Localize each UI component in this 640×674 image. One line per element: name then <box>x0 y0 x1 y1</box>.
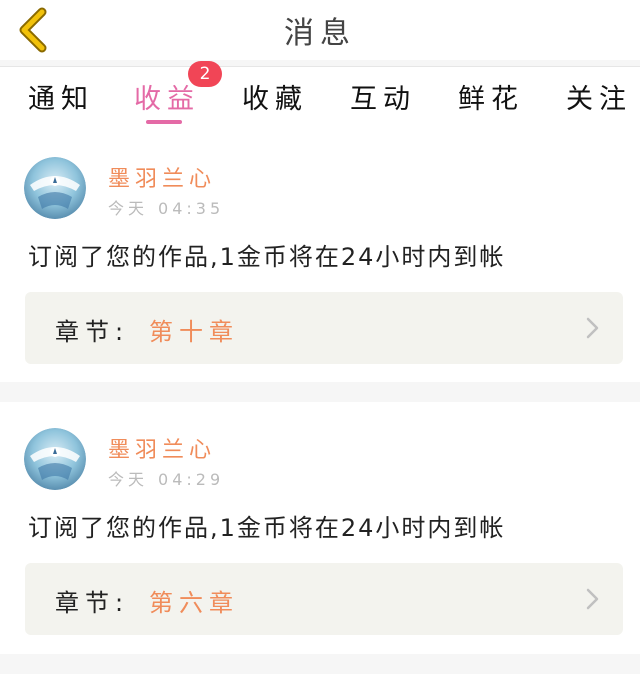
tab-notifications[interactable]: 通知 <box>28 77 94 121</box>
timestamp-day: 今天 <box>108 470 149 489</box>
message-card: 墨羽兰心 今天 04:29 订阅了您的作品,1金币将在24小时内到帐 章节: 第六… <box>0 402 640 654</box>
page-title: 消息 <box>284 16 356 51</box>
author-name[interactable]: 墨羽兰心 <box>108 432 216 464</box>
active-tab-indicator <box>146 120 182 124</box>
messages-page: 消息 通知 收益 2 收藏 互动 鲜花 关注 墨羽兰心 今天 04:35 订阅了… <box>0 0 640 674</box>
message-card: 墨羽兰心 今天 04:35 订阅了您的作品,1金币将在24小时内到帐 章节: 第十… <box>0 131 640 382</box>
tab-earnings[interactable]: 收益 <box>134 77 200 121</box>
chapter-label: 章节: <box>55 589 130 617</box>
header-bar: 消息 <box>0 0 640 60</box>
tab-bar: 通知 收益 2 收藏 互动 鲜花 关注 <box>0 61 640 131</box>
tab-flowers[interactable]: 鲜花 <box>458 77 524 121</box>
timestamp-time: 04:35 <box>158 199 225 218</box>
timestamp-day: 今天 <box>108 199 149 218</box>
chapter-link[interactable]: 章节: 第六章 <box>25 563 623 635</box>
chapter-label: 章节: <box>55 318 130 346</box>
chapter-value: 第六章 <box>149 589 239 617</box>
chapter-value: 第十章 <box>149 318 239 346</box>
tab-interactions[interactable]: 互动 <box>350 77 416 121</box>
avatar[interactable] <box>24 428 86 490</box>
message-text: 订阅了您的作品,1金币将在24小时内到帐 <box>28 243 506 271</box>
timestamp: 今天 04:35 <box>108 195 224 219</box>
message-text: 订阅了您的作品,1金币将在24小时内到帐 <box>28 514 506 542</box>
avatar[interactable] <box>24 157 86 219</box>
tab-favorites[interactable]: 收藏 <box>242 77 308 121</box>
chevron-right-icon <box>586 317 599 339</box>
timestamp-time: 04:29 <box>158 470 225 489</box>
chapter-link[interactable]: 章节: 第十章 <box>25 292 623 364</box>
chevron-right-icon <box>586 588 599 610</box>
earnings-badge: 2 <box>188 61 222 87</box>
author-name[interactable]: 墨羽兰心 <box>108 161 216 193</box>
timestamp: 今天 04:29 <box>108 466 224 490</box>
tab-following[interactable]: 关注 <box>566 77 632 121</box>
